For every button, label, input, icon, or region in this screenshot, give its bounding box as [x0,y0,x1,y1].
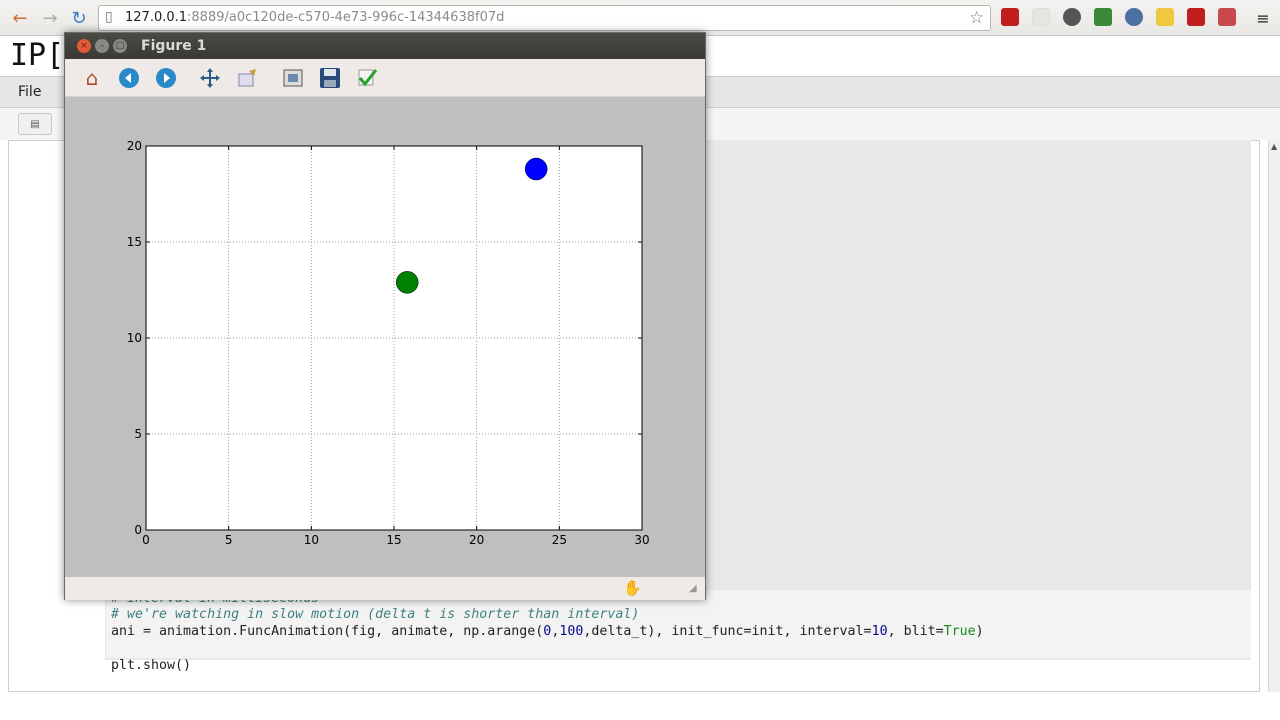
extension-mail-icon[interactable] [1218,8,1236,26]
edit-icon[interactable] [354,65,380,91]
extension-circle-icon[interactable] [1125,8,1143,26]
reload-icon[interactable]: ↻ [67,6,91,30]
x-tick-label: 5 [225,533,233,547]
code-line-funcanimation: ani = animation.FuncAnimation(fig, anima… [111,624,984,639]
x-tick-label: 10 [304,533,319,547]
figure-canvas[interactable]: 0 5 10 15 20 25 30 0 5 10 15 20 [65,97,705,577]
address-bar[interactable]: ▯ 127.0.0.1:8889/a0c120de-c570-4e73-996c… [98,5,991,31]
resize-grip-icon[interactable]: ◢ [689,583,697,594]
url-text: 127.0.0.1:8889/a0c120de-c570-4e73-996c-1… [125,10,505,25]
y-tick-label: 10 [127,331,142,345]
menu-file[interactable]: File [18,84,41,100]
y-tick-label: 5 [134,427,142,441]
zoom-icon[interactable] [235,65,261,91]
data-point [395,271,419,294]
x-tick-label: 0 [142,533,150,547]
save-notebook-button[interactable]: ▤ [18,113,52,135]
x-tick-label: 20 [469,533,484,547]
page-icon: ▯ [105,9,113,25]
save-icon[interactable] [317,65,343,91]
figure-statusbar: ✋ ◢ [65,577,705,600]
page-scrollbar[interactable]: ▲ [1268,140,1280,692]
x-tick-label: 15 [386,533,401,547]
scatter-plot[interactable]: 0 5 10 15 20 25 30 0 5 10 15 20 [65,97,705,577]
figure-toolbar: ⌂ [65,59,705,97]
forward-icon[interactable] [153,65,179,91]
code-line-plt-show: plt.show() [111,658,192,673]
scroll-up-arrow-icon[interactable]: ▲ [1271,142,1277,151]
pan-icon[interactable] [197,65,223,91]
browser-toolbar: ← → ↻ ▯ 127.0.0.1:8889/a0c120de-c570-4e7… [0,0,1280,36]
y-tick-label: 15 [127,235,142,249]
extension-green-icon[interactable] [1094,8,1112,26]
back-arrow-icon[interactable]: ← [8,6,32,30]
code-line-comment-slow-motion: # we're watching in slow motion (delta t… [111,607,640,622]
x-tick-label: 25 [552,533,567,547]
menu-hamburger-icon[interactable]: ≡ [1251,6,1275,30]
page-bottom [0,692,1280,720]
extension-jb-icon[interactable] [1032,8,1050,26]
data-point [524,157,548,181]
y-tick-label: 20 [127,139,142,153]
figure-window[interactable]: × – □ Figure 1 ⌂ 0 5 10 15 20 25 30 0 5 10 15 20 ✋ … [64,32,706,600]
extension-folder-icon[interactable] [1156,8,1174,26]
extension-todo-icon[interactable] [1187,8,1205,26]
figure-titlebar[interactable]: × – □ Figure 1 [65,33,705,59]
hand-cursor-icon: ✋ [623,579,642,597]
subplots-icon[interactable] [280,65,306,91]
figure-title: Figure 1 [141,38,207,54]
extension-headphones-icon[interactable] [1063,8,1081,26]
back-icon[interactable] [116,65,142,91]
close-icon[interactable]: × [77,39,91,53]
bookmark-star-icon[interactable]: ☆ [969,8,984,28]
y-tick-label: 0 [134,523,142,537]
minimize-icon[interactable]: – [95,39,109,53]
forward-arrow-icon[interactable]: → [38,6,62,30]
maximize-icon[interactable]: □ [113,39,127,53]
extension-red-icon[interactable] [1001,8,1019,26]
x-tick-label: 30 [634,533,649,547]
home-icon[interactable]: ⌂ [79,65,105,91]
